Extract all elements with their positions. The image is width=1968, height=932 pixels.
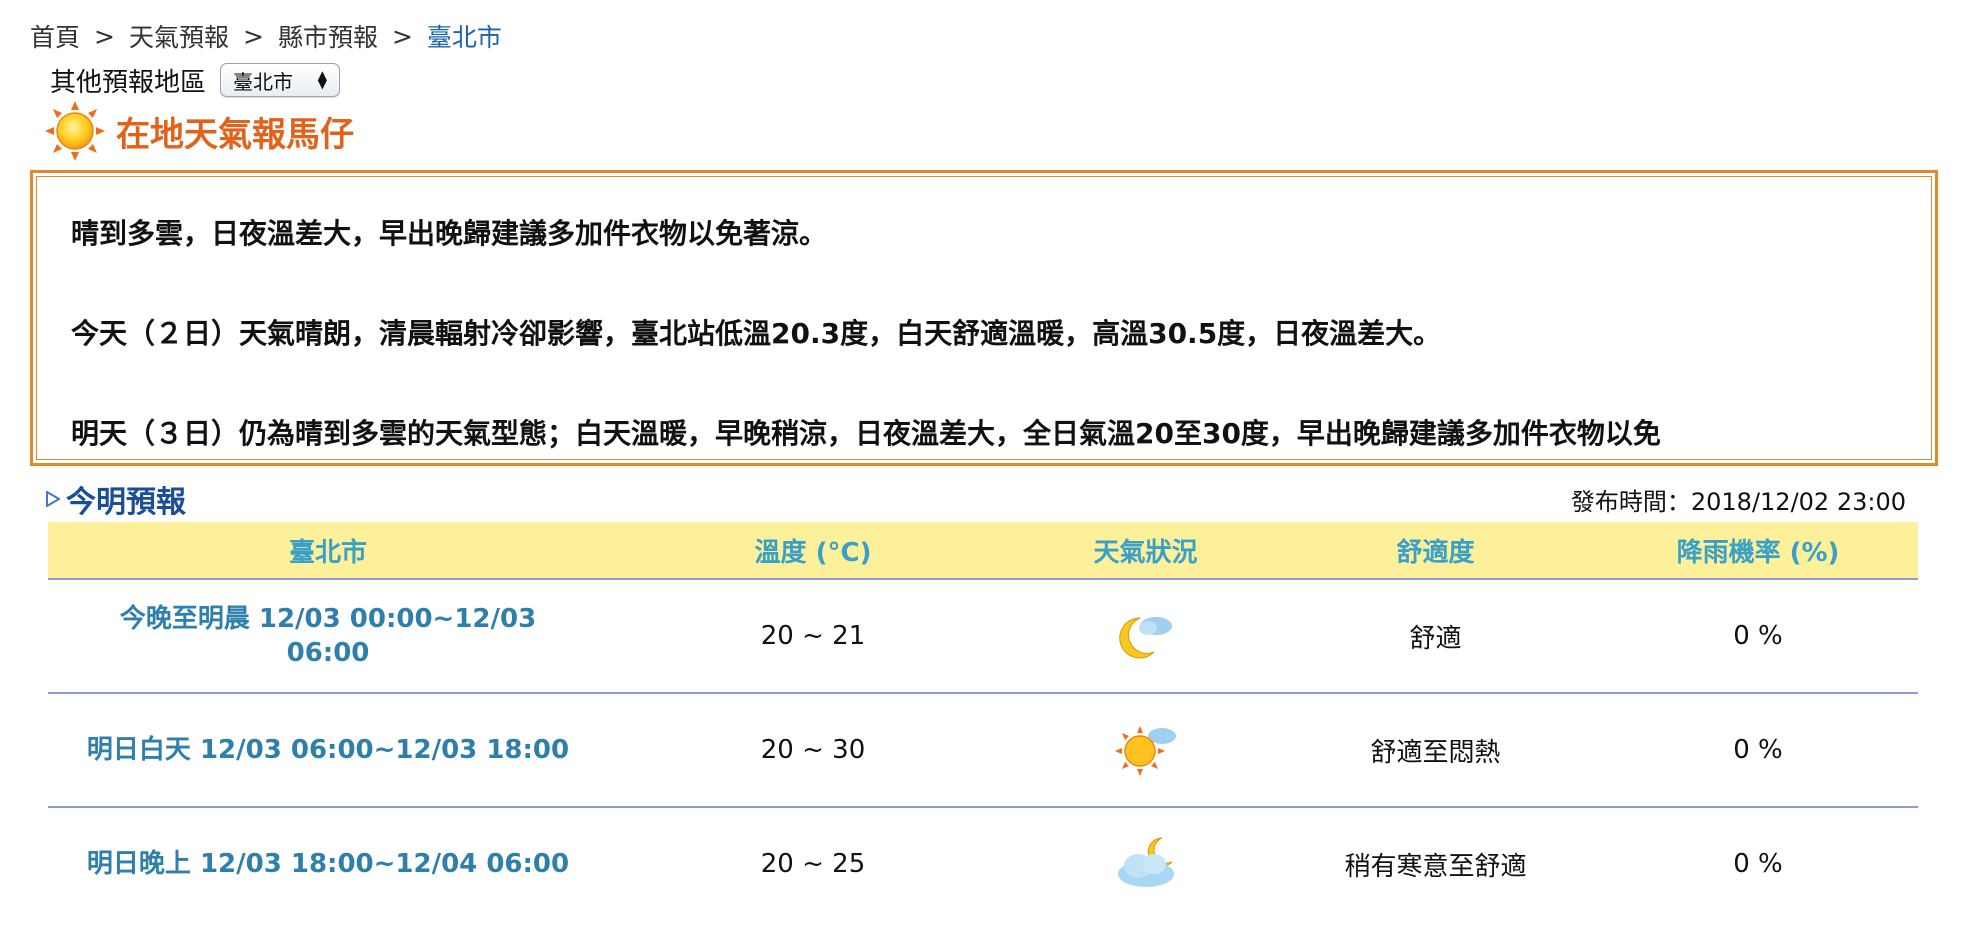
breadcrumb-home-link[interactable]: 首頁 bbox=[30, 18, 80, 54]
table-row: 明日白天 12/03 06:00~12/03 18:00 20 ~ 30 舒適至… bbox=[48, 693, 1918, 808]
forecast-section-header: 今明預報 發布時間：2018/12/02 23:00 bbox=[46, 475, 1906, 523]
cloud-moon-icon bbox=[1117, 837, 1174, 887]
temperature-cell: 20 ~ 25 bbox=[760, 849, 866, 879]
sun-cloud-icon bbox=[1114, 726, 1176, 776]
weather-cell bbox=[1018, 807, 1273, 920]
period-text: 今晚至明晨 12/03 00:00~12/03 06:00 bbox=[119, 604, 537, 668]
summary-paragraph: 晴到多雲，日夜溫差大，早出晚歸建議多加件衣物以免著涼。 bbox=[71, 217, 828, 250]
column-header-city: 臺北市 bbox=[48, 522, 608, 580]
region-select-value: 臺北市 bbox=[233, 69, 294, 94]
region-selector-row: 其他預報地區 臺北市 ▲ ▼ bbox=[50, 58, 341, 102]
region-label: 其他預報地區 bbox=[50, 67, 207, 98]
rain-probability-cell: 0 % bbox=[1598, 579, 1918, 694]
breadcrumb-separator: > bbox=[242, 21, 264, 51]
breadcrumb: 首頁 > 天氣預報 > 縣市預報 > 臺北市 bbox=[30, 14, 502, 58]
column-header-rain-probability: 降雨機率 (%) bbox=[1598, 522, 1918, 580]
breadcrumb-county-forecast-link[interactable]: 縣市預報 bbox=[278, 18, 378, 54]
moon-cloud-icon bbox=[1118, 617, 1172, 659]
breadcrumb-weather-forecast-link[interactable]: 天氣預報 bbox=[129, 18, 229, 54]
temperature-cell: 20 ~ 30 bbox=[608, 693, 1018, 808]
forecast-table: 臺北市 溫度 (°C) 天氣狀況 舒適度 降雨機率 (%) 今晚至明晨 12/0… bbox=[48, 522, 1918, 920]
breadcrumb-separator: > bbox=[391, 21, 413, 51]
table-row: 今晚至明晨 12/03 00:00~12/03 06:00 20 ~ 21 舒適… bbox=[48, 579, 1918, 694]
temperature-cell: 20 ~ 21 bbox=[608, 579, 1018, 694]
forecast-section-title: 今明預報 bbox=[66, 485, 186, 520]
period-cell: 明日白天 12/03 06:00~12/03 18:00 bbox=[48, 693, 608, 808]
period-cell: 明日晚上 12/03 18:00~12/04 06:00 bbox=[86, 849, 570, 879]
rain-probability-cell: 0 % bbox=[1733, 849, 1783, 879]
breadcrumb-separator: > bbox=[94, 21, 115, 51]
weather-cell bbox=[1018, 693, 1273, 808]
table-header-row: 臺北市 溫度 (°C) 天氣狀況 舒適度 降雨機率 (%) bbox=[48, 522, 1918, 580]
table-row: 明日晚上 12/03 18:00~12/04 06:00 20 ~ 25 稍有寒… bbox=[48, 807, 1918, 920]
weather-summary-box: 晴到多雲，日夜溫差大，早出晚歸建議多加件衣物以免著涼。 今天（２日）天氣晴朗，清… bbox=[30, 170, 1938, 466]
local-weather-title: 在地天氣報馬仔 bbox=[116, 114, 354, 155]
summary-paragraph: 明天（３日）仍為晴到多雲的天氣型態；白天溫暖，早晚稍涼，日夜溫差大，全日氣溫20… bbox=[71, 417, 1661, 450]
period-cell: 今晚至明晨 12/03 00:00~12/03 06:00 bbox=[48, 579, 608, 694]
rain-probability-cell: 0 % bbox=[1598, 693, 1918, 808]
weather-summary-content[interactable]: 晴到多雲，日夜溫差大，早出晚歸建議多加件衣物以免著涼。 今天（２日）天氣晴朗，清… bbox=[36, 176, 1932, 460]
column-header-weather: 天氣狀況 bbox=[1018, 522, 1273, 580]
select-arrows-icon: ▲ ▼ bbox=[317, 68, 328, 91]
column-header-comfort: 舒適度 bbox=[1273, 522, 1598, 580]
publish-time: 發布時間：2018/12/02 23:00 bbox=[1570, 487, 1906, 516]
region-select[interactable]: 臺北市 ▲ ▼ bbox=[220, 63, 341, 97]
comfort-cell: 稍有寒意至舒適 bbox=[1344, 851, 1527, 882]
comfort-cell: 舒適 bbox=[1273, 579, 1598, 694]
comfort-cell: 舒適至悶熱 bbox=[1273, 693, 1598, 808]
column-header-temperature: 溫度 (°C) bbox=[608, 522, 1018, 580]
breadcrumb-current-city[interactable]: 臺北市 bbox=[427, 18, 502, 54]
weather-cell bbox=[1018, 579, 1273, 694]
local-weather-header: 在地天氣報馬仔 bbox=[44, 100, 354, 162]
sun-icon bbox=[45, 101, 105, 161]
summary-paragraph: 今天（２日）天氣晴朗，清晨輻射冷卻影響，臺北站低溫20.3度，白天舒適溫暖，高溫… bbox=[71, 317, 1442, 350]
triangle-bullet-icon bbox=[46, 491, 60, 507]
